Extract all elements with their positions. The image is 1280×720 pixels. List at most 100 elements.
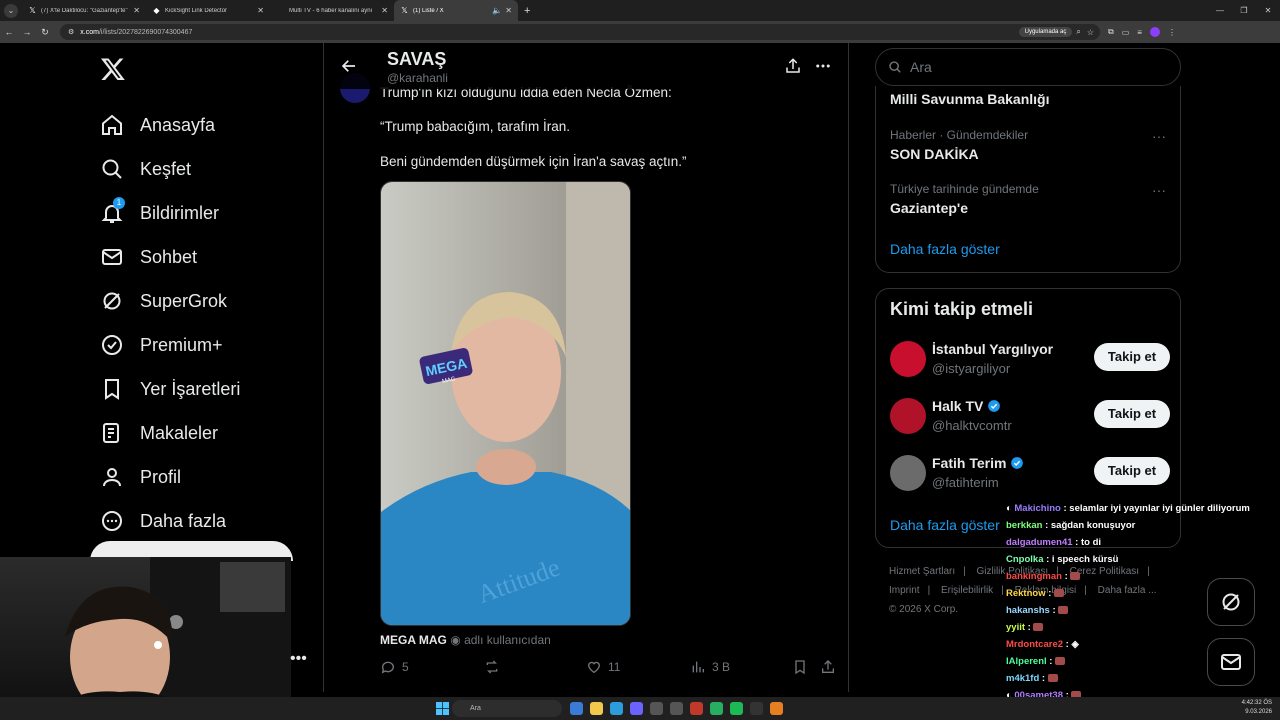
back-arrow-icon[interactable] — [340, 57, 358, 75]
sidebar-item-premium[interactable]: Premium+ — [88, 323, 318, 367]
trend-more-icon[interactable]: ··· — [1152, 128, 1166, 144]
sidebar-icon[interactable]: ▭ — [1122, 28, 1130, 37]
follow-button[interactable]: Takip et — [1094, 343, 1170, 371]
trend-item[interactable]: Haberler · Gündemdekiler SON DAKİKA ··· — [890, 128, 1170, 162]
chat-message: berkkan : sağdan konuşuyor — [1006, 520, 1136, 531]
windows-start-icon[interactable] — [436, 702, 449, 715]
views-button[interactable]: 3 B — [690, 659, 730, 675]
search-icon — [102, 159, 122, 179]
forward-nav-icon[interactable]: → — [18, 27, 36, 37]
show-more-follow-link[interactable]: Daha fazla göster — [890, 517, 1000, 533]
sidebar-item-articles[interactable]: Makaleler — [88, 411, 318, 455]
trend-item[interactable]: Milli Savunma Bakanlığı — [890, 91, 1170, 107]
close-tab-icon[interactable]: ✕ — [133, 6, 140, 15]
show-more-trends-link[interactable]: Daha fazla göster — [890, 241, 1000, 257]
post-video[interactable]: MEGA MAG Attitude — [380, 181, 631, 626]
bookmark-star-icon[interactable]: ☆ — [1087, 28, 1094, 37]
tab-search-button[interactable]: ⌄ — [4, 3, 18, 18]
avatar[interactable] — [890, 398, 926, 434]
footer-link[interactable]: Hizmet Şartları — [889, 566, 955, 577]
media-credit[interactable]: MEGA MAG ◉ adlı kullanıcıdan — [380, 633, 551, 647]
avatar[interactable] — [890, 341, 926, 377]
notification-badge: 1 — [113, 197, 125, 209]
emote-icon: ◈ — [1071, 639, 1079, 650]
post-actions: 5 11 3 B — [380, 659, 840, 679]
app-icon[interactable] — [690, 702, 703, 715]
app-icon[interactable] — [650, 702, 663, 715]
sidebar-item-bookmarks[interactable]: Yer İşaretleri — [88, 367, 318, 411]
open-in-app-button[interactable]: Uygulamada aç — [1018, 27, 1073, 37]
app-icon[interactable] — [570, 702, 583, 715]
trend-more-icon[interactable]: ··· — [1152, 182, 1166, 198]
more-options-icon[interactable] — [814, 57, 832, 75]
search-input[interactable]: Ara — [875, 48, 1181, 86]
sidebar-item-more[interactable]: Daha fazla — [88, 499, 318, 543]
stream-chat-overlay: ◐ Makichino : selamlar iyi yayınlar iyi … — [1006, 500, 1266, 704]
share-button[interactable] — [820, 659, 842, 675]
grok-icon — [103, 292, 121, 310]
kicksight-favicon-icon: ◆ — [153, 6, 160, 15]
close-window-icon[interactable]: ✕ — [1256, 0, 1280, 21]
footer-link[interactable]: Erişilebilirlik — [941, 585, 993, 596]
browser-tab[interactable]: 𝕏 (7) X'te Daktilocu: "Gaziantep'te" ✕ — [22, 0, 146, 21]
chrome-icon[interactable] — [770, 702, 783, 715]
sidebar-item-explore[interactable]: Keşfet — [88, 147, 318, 191]
sidebar-item-notifications[interactable]: 1 Bildirimler — [88, 191, 318, 235]
window-controls: — ❐ ✕ — [1208, 0, 1280, 21]
person-icon — [103, 468, 121, 487]
bookmark-button[interactable] — [792, 659, 814, 675]
chat-message: bankingman : — [1006, 568, 1266, 585]
close-tab-icon[interactable]: ✕ — [257, 6, 264, 15]
chat-message: yyiit : — [1006, 619, 1266, 636]
maximize-icon[interactable]: ❐ — [1232, 0, 1256, 21]
site-info-icon[interactable]: ⚙ — [68, 28, 74, 36]
sidebar-item-supergrok[interactable]: SuperGrok — [88, 279, 318, 323]
app-icon[interactable] — [750, 702, 763, 715]
folder-icon[interactable] — [590, 702, 603, 715]
like-button[interactable]: 11 — [586, 659, 620, 675]
discord-icon[interactable] — [630, 702, 643, 715]
chat-message: hakanshs : — [1006, 602, 1266, 619]
browser-tab-active[interactable]: 𝕏 (1) Liste / X 🔈 ✕ — [394, 0, 518, 21]
trend-item[interactable]: Türkiye tarihinde gündemde Gaziantep'e ·… — [890, 182, 1170, 216]
follow-button[interactable]: Takip et — [1094, 457, 1170, 485]
whatsapp-icon[interactable] — [710, 702, 723, 715]
home-icon — [102, 114, 122, 135]
browser-tab-bar: ⌄ 𝕏 (7) X'te Daktilocu: "Gaziantep'te" ✕ ◆… — [0, 0, 1280, 21]
video-frame: MEGA MAG Attitude — [381, 182, 630, 625]
reload-icon[interactable]: ↻ — [36, 27, 54, 38]
browser-more-icon[interactable]: ⋮ — [1168, 28, 1176, 37]
zoom-icon[interactable]: ⌕ — [1076, 27, 1080, 37]
repost-button[interactable] — [484, 659, 506, 675]
back-nav-icon[interactable]: ← — [0, 27, 18, 37]
follow-suggestion[interactable]: İstanbul Yargılıyor @istyargiliyor Takip… — [890, 339, 1170, 379]
share-icon[interactable] — [784, 57, 802, 75]
speaker-icon[interactable]: 🔈 — [492, 6, 502, 15]
close-tab-icon[interactable]: ✕ — [505, 6, 512, 15]
minimize-icon[interactable]: — — [1208, 0, 1232, 21]
follow-button[interactable]: Takip et — [1094, 400, 1170, 428]
follow-suggestion[interactable]: Fatih Terim @fatihterim Takip et — [890, 453, 1170, 493]
edge-icon[interactable] — [610, 702, 623, 715]
spotify-icon[interactable] — [730, 702, 743, 715]
extension-icon[interactable]: ⧉ — [1108, 27, 1114, 37]
sidebar-item-profile[interactable]: Profil — [88, 455, 318, 499]
taskbar-search[interactable]: Ara — [452, 700, 562, 717]
browser-tab[interactable]: Multi TV - 6 haber kanalını aynı ✕ — [270, 0, 394, 21]
address-bar[interactable]: ⚙ x.com/i/lists/2027822690074300467 Uygu… — [60, 24, 1100, 40]
sidebar-item-home[interactable]: Anasayfa — [88, 103, 318, 147]
x-logo-icon[interactable] — [100, 56, 126, 82]
browser-tab[interactable]: ◆ KickSight Link Detector ✕ — [146, 0, 270, 21]
system-tray[interactable]: 4:42:32 ÖS 9.03.2026 — [1242, 699, 1272, 717]
close-tab-icon[interactable]: ✕ — [381, 6, 388, 15]
profile-avatar[interactable] — [1149, 27, 1160, 37]
new-tab-button[interactable]: + — [524, 5, 530, 17]
follow-suggestion[interactable]: Halk TV @halktvcomtr Takip et — [890, 396, 1170, 436]
menu-icon[interactable]: ≡ — [1137, 28, 1142, 37]
app-icon[interactable] — [670, 702, 683, 715]
reply-button[interactable]: 5 — [380, 659, 409, 675]
avatar[interactable] — [890, 455, 926, 491]
footer-link[interactable]: Imprint — [889, 585, 920, 596]
account-more-icon[interactable]: ••• — [290, 650, 307, 668]
sidebar-item-chat[interactable]: Sohbet — [88, 235, 318, 279]
